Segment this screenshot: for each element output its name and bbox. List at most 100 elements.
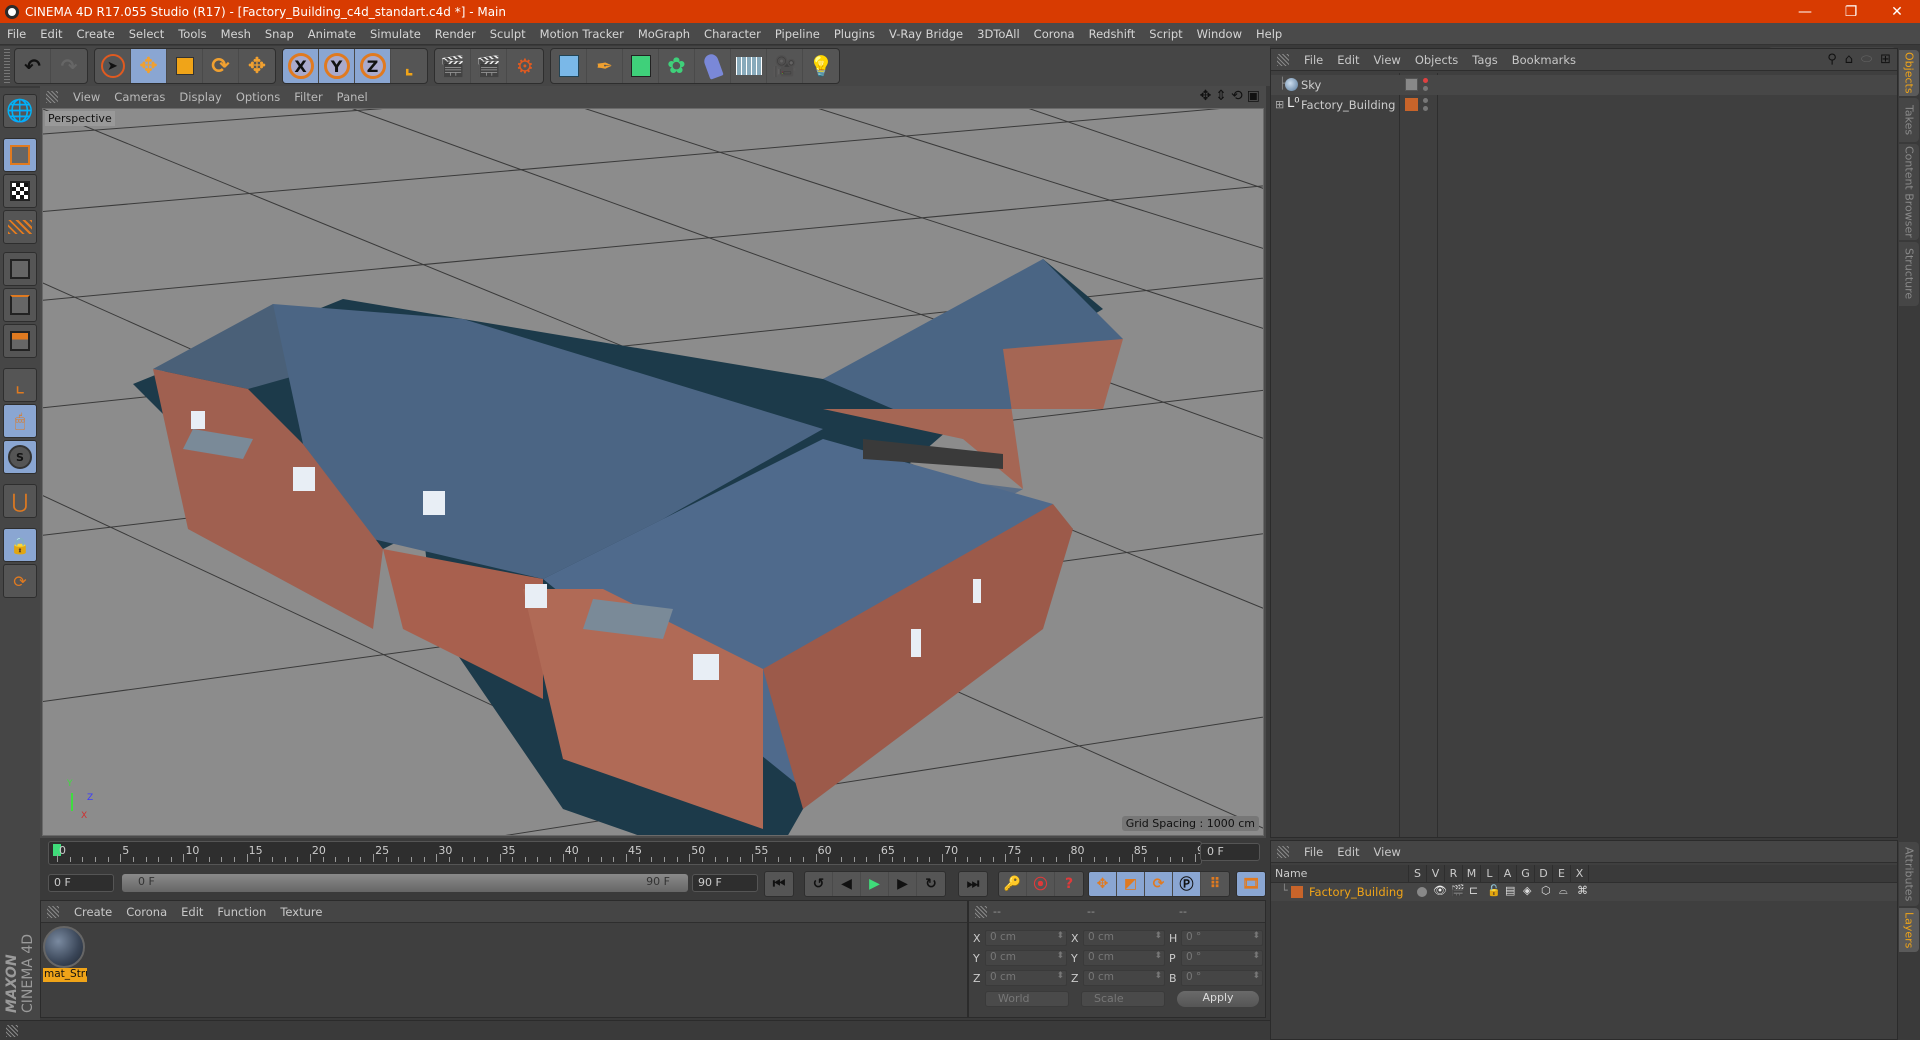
key-position-toggle[interactable]: ✥ (1089, 872, 1117, 896)
menu-mesh[interactable]: Mesh (214, 27, 258, 41)
clapper-icon[interactable]: 🎬 (1451, 884, 1465, 897)
menu-select[interactable]: Select (122, 27, 171, 41)
add-cloner-button[interactable]: ✿ (659, 49, 695, 83)
step-back-button[interactable]: ◀ (833, 872, 861, 896)
layer-row[interactable]: └ Factory_Building 👁 🎬 ⊏ 🔓 ▤ ◈ ⬡ ⌓ ⌘ (1271, 883, 1897, 901)
animation-icon[interactable]: ▤ (1505, 884, 1515, 897)
render-visibility-dot[interactable] (1423, 106, 1428, 111)
pos-z-field[interactable]: 0 cm (985, 970, 1067, 986)
workplane-lock-button[interactable]: 🔒 (3, 528, 37, 562)
close-button[interactable]: ✕ (1874, 0, 1920, 23)
restore-button[interactable]: ❐ (1828, 0, 1874, 23)
editor-visibility-dot[interactable] (1423, 98, 1428, 103)
col-animation[interactable]: A (1499, 864, 1517, 883)
col-render[interactable]: R (1445, 864, 1463, 883)
layer-manager-grip[interactable] (1277, 846, 1289, 858)
object-row-factory-building[interactable]: ⊞ L⁰ Factory_Building (1271, 95, 1897, 115)
goto-prev-key-button[interactable]: ↺ (805, 872, 833, 896)
menu-3dtoall[interactable]: 3DToAll (970, 27, 1027, 41)
objects-menu-objects[interactable]: Objects (1408, 53, 1465, 67)
size-z-field[interactable]: 0 cm (1083, 970, 1165, 986)
texture-mode-button[interactable] (3, 174, 37, 208)
col-solo[interactable]: S (1409, 864, 1427, 883)
dolly-view-icon[interactable]: ⇕ (1215, 88, 1227, 104)
snap-toggle-button[interactable]: ⋃ (3, 484, 37, 518)
render-settings-button[interactable]: ⚙ (507, 49, 543, 83)
expand-icon[interactable]: ⊞ (1275, 98, 1284, 111)
move-tool[interactable]: ✥ (131, 49, 167, 83)
edges-mode-button[interactable] (3, 288, 37, 322)
search-icon[interactable]: ⚲ (1827, 52, 1837, 67)
menu-plugins[interactable]: Plugins (827, 27, 882, 41)
object-manager-grip[interactable] (1277, 54, 1289, 66)
axis-mode-button[interactable]: ⌞ (3, 368, 37, 402)
menu-animate[interactable]: Animate (301, 27, 363, 41)
add-subdivision-button[interactable] (623, 49, 659, 83)
object-row-sky[interactable]: ├ Sky (1271, 75, 1897, 95)
minimize-button[interactable]: — (1782, 0, 1828, 23)
tweak-mode-button[interactable]: 🖱 (3, 404, 37, 438)
layers-menu-edit[interactable]: Edit (1330, 845, 1366, 859)
solo-toggle-icon[interactable] (1417, 887, 1427, 897)
new-window-icon[interactable]: ⊞ (1880, 52, 1891, 67)
make-editable-button[interactable]: 🌐 (3, 94, 37, 128)
step-forward-button[interactable]: ▶ (889, 872, 917, 896)
key-parameter-toggle[interactable]: Ⓟ (1173, 872, 1201, 896)
expression-icon[interactable]: ⌓ (1559, 884, 1568, 898)
objects-menu-view[interactable]: View (1367, 53, 1408, 67)
key-pla-toggle[interactable]: ⠿ (1201, 872, 1229, 896)
z-axis-lock[interactable]: Z (355, 49, 391, 83)
menu-corona[interactable]: Corona (1027, 27, 1082, 41)
points-mode-button[interactable] (3, 252, 37, 286)
perspective-viewport[interactable]: Perspective Y Z X Grid Spacing : 1000 cm (42, 108, 1264, 836)
col-view[interactable]: V (1427, 864, 1445, 883)
start-frame-field[interactable]: 0 F (48, 874, 114, 892)
rotate-tool[interactable]: ⟳ (203, 49, 239, 83)
col-locked[interactable]: L (1481, 864, 1499, 883)
layers-menu-view[interactable]: View (1367, 845, 1408, 859)
menu-edit[interactable]: Edit (33, 27, 69, 41)
viewport-menu-view[interactable]: View (66, 90, 107, 104)
layer-color-swatch[interactable] (1405, 98, 1418, 111)
menu-file[interactable]: File (0, 27, 33, 41)
eye-icon[interactable]: 👁 (1433, 884, 1447, 897)
viewport-menu-display[interactable]: Display (172, 90, 228, 104)
play-button[interactable]: ▶ (861, 872, 889, 896)
viewport-menu-panel[interactable]: Panel (330, 90, 375, 104)
y-axis-lock[interactable]: Y (319, 49, 355, 83)
coordinate-space-dropdown[interactable]: World (985, 991, 1069, 1007)
material-menu-function[interactable]: Function (210, 905, 273, 919)
col-name[interactable]: Name (1271, 864, 1409, 883)
tab-content-browser[interactable]: Content Browser (1899, 144, 1919, 240)
orbit-view-icon[interactable]: ⟲ (1231, 88, 1243, 104)
record-keys-button[interactable]: 🔑 (999, 872, 1027, 896)
menu-help[interactable]: Help (1249, 27, 1289, 41)
pan-view-icon[interactable]: ✥ (1200, 88, 1212, 104)
render-view-button[interactable]: 🎬 (435, 49, 471, 83)
timeline-ruler[interactable]: 051015202530354045505560657075808590 (48, 841, 1211, 865)
size-mode-dropdown[interactable]: Scale (1081, 991, 1165, 1007)
objects-menu-bookmarks[interactable]: Bookmarks (1505, 53, 1583, 67)
rot-h-field[interactable]: 0 ° (1181, 930, 1263, 946)
menu-simulate[interactable]: Simulate (363, 27, 428, 41)
material-menu-edit[interactable]: Edit (174, 905, 210, 919)
col-expressions[interactable]: E (1553, 864, 1571, 883)
polygons-mode-button[interactable] (3, 324, 37, 358)
display-tag-icon[interactable] (1405, 78, 1418, 91)
menu-pipeline[interactable]: Pipeline (768, 27, 827, 41)
pos-x-field[interactable]: 0 cm (985, 930, 1067, 946)
coordinates-grip[interactable] (975, 906, 987, 918)
key-scale-toggle[interactable]: ◩ (1117, 872, 1145, 896)
home-icon[interactable]: ⌂ (1845, 52, 1853, 67)
add-camera-button[interactable]: 🎥 (767, 49, 803, 83)
toolbar-grip[interactable] (4, 49, 10, 83)
redo-button[interactable]: ↷ (51, 49, 87, 83)
layer-color-swatch[interactable] (1291, 886, 1303, 898)
deformer-icon[interactable]: ⬡ (1541, 884, 1551, 897)
col-manager[interactable]: M (1463, 864, 1481, 883)
size-x-field[interactable]: 0 cm (1083, 930, 1165, 946)
layers-menu-file[interactable]: File (1297, 845, 1330, 859)
add-cube-button[interactable] (551, 49, 587, 83)
col-deformers[interactable]: D (1535, 864, 1553, 883)
model-mode-button[interactable] (3, 138, 37, 172)
